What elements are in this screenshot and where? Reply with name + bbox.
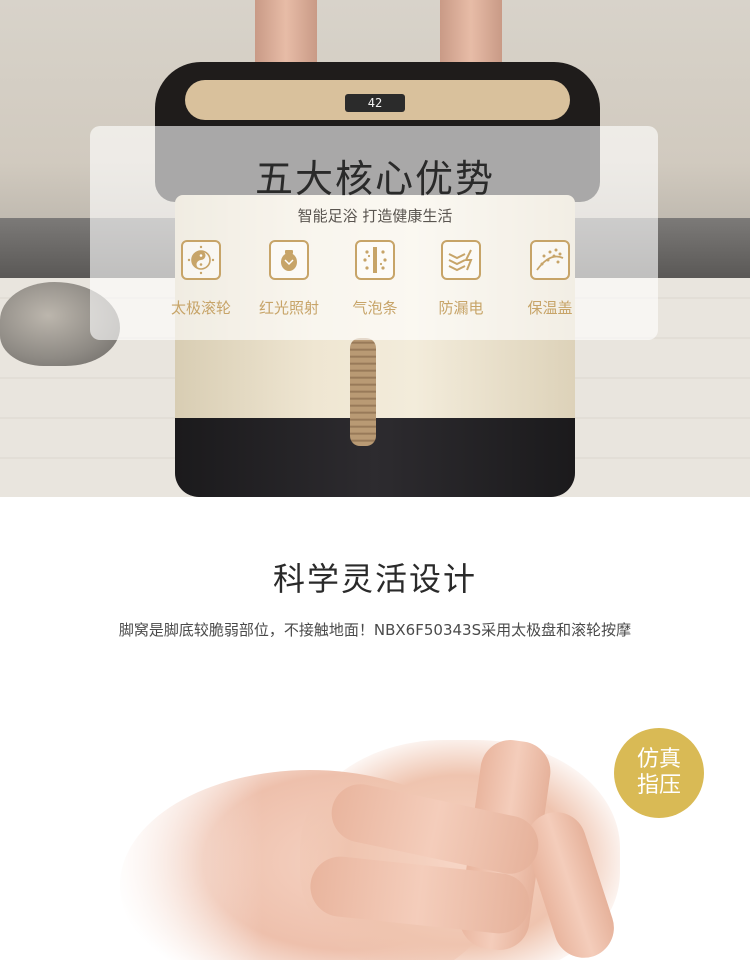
anti-leakage-icon bbox=[441, 240, 481, 280]
feature-label: 保温盖 bbox=[527, 299, 573, 317]
image-fade-overlay bbox=[0, 680, 750, 960]
heat-cover-icon bbox=[530, 240, 570, 280]
temperature-display: 42 bbox=[345, 94, 405, 112]
feature-item-red-light: 红光照射 bbox=[244, 240, 334, 318]
feature-label: 红光照射 bbox=[258, 299, 319, 317]
feature-label: 防漏电 bbox=[438, 299, 484, 317]
section-title: 科学灵活设计 bbox=[272, 560, 477, 598]
badge-line-2: 指压 bbox=[636, 773, 681, 798]
feature-item-anti-leakage: 防漏电 bbox=[416, 240, 506, 318]
panel-subtitle: 智能足浴 打造健康生活 bbox=[297, 207, 453, 225]
drain-hose bbox=[350, 338, 376, 446]
red-light-icon bbox=[269, 240, 309, 280]
feature-item-heat-cover: 保温盖 bbox=[505, 240, 595, 318]
feature-item-taiji-roller: 太极滚轮 bbox=[156, 240, 246, 318]
acupressure-badge: 仿真 指压 bbox=[614, 728, 704, 818]
feature-label: 气泡条 bbox=[352, 299, 398, 317]
taiji-roller-icon bbox=[181, 240, 221, 280]
section-description: 脚窝是脚底较脆弱部位，不接触地面！NBX6F50343S采用太极盘和滚轮按摩 bbox=[118, 621, 632, 639]
badge-line-1: 仿真 bbox=[636, 747, 681, 772]
panel-title: 五大核心优势 bbox=[254, 157, 495, 201]
bubble-bar-icon bbox=[355, 240, 395, 280]
feature-label: 太极滚轮 bbox=[170, 299, 231, 317]
feature-item-bubble-bar: 气泡条 bbox=[330, 240, 420, 318]
hands-massage-photo bbox=[0, 680, 750, 960]
feature-list: 太极滚轮 红光照射 气泡条 防漏电 保温盖 bbox=[0, 240, 750, 330]
